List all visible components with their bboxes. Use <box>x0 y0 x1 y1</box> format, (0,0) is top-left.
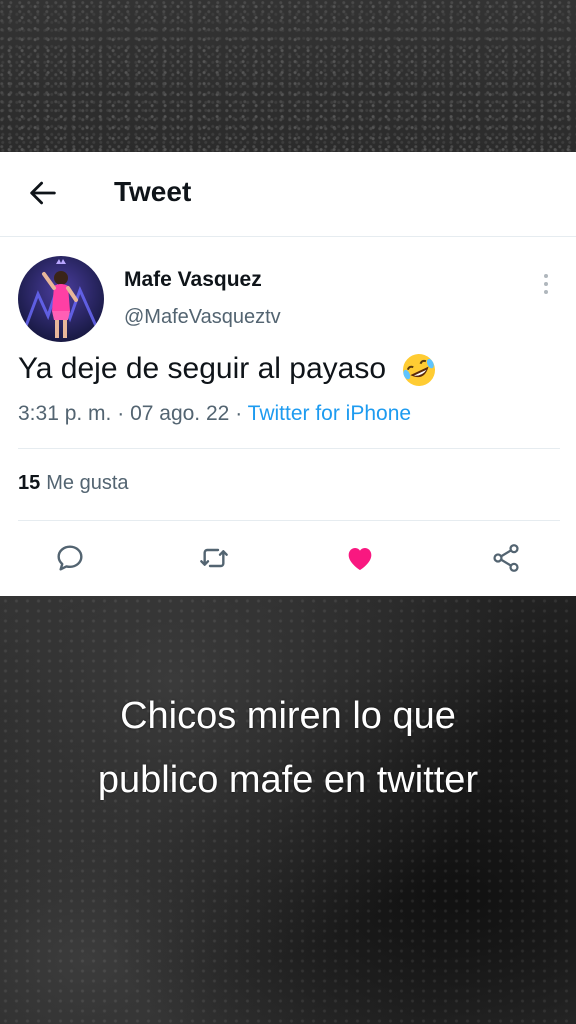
reply-button[interactable] <box>52 540 88 576</box>
back-arrow-icon[interactable] <box>26 176 60 210</box>
tweet-header: Tweet <box>0 152 576 237</box>
retweet-button[interactable] <box>196 540 232 576</box>
tweet-text: Ya deje de seguir al payaso <box>18 348 438 390</box>
like-heart-icon <box>348 548 372 570</box>
likes-summary[interactable]: 15 Me gusta <box>18 472 129 495</box>
meta-separator: · <box>117 402 125 425</box>
author-handle[interactable]: @MafeVasqueztv <box>124 306 281 329</box>
like-button[interactable] <box>342 540 378 576</box>
tweet-metadata: 3:31 p. m. · 07 ago. 22 · Twitter for iP… <box>18 400 411 428</box>
caption-line-2: publico mafe en twitter <box>97 759 479 801</box>
divider <box>18 448 560 449</box>
tweet-source-link[interactable]: Twitter for iPhone <box>248 402 411 425</box>
divider <box>18 520 560 521</box>
author-name[interactable]: Mafe Vasquez <box>124 268 262 292</box>
meta-separator: · <box>235 402 243 425</box>
share-button[interactable] <box>488 540 524 576</box>
likes-count: 15 <box>18 472 41 494</box>
tweet-date: 07 ago. 22 <box>130 402 230 425</box>
tweet-card: Tweet Mafe Vasquez @MafeVasqueztv Ya dej… <box>0 152 576 596</box>
tweet-body: Ya deje de seguir al payaso <box>18 352 387 385</box>
reply-icon <box>57 545 83 571</box>
retweet-icon <box>200 548 228 568</box>
page-title: Tweet <box>114 176 192 207</box>
video-background-top <box>0 0 576 152</box>
tweet-time: 3:31 p. m. <box>18 402 112 425</box>
caption-line-1: Chicos miren lo que <box>120 695 456 737</box>
avatar[interactable] <box>18 256 104 342</box>
video-caption: Chicos miren lo que publico mafe en twit… <box>0 684 576 812</box>
share-icon <box>493 544 519 572</box>
rolling-on-floor-laughing-emoji-icon <box>400 351 438 389</box>
more-options-icon[interactable] <box>536 270 556 298</box>
likes-label: Me gusta <box>46 472 129 494</box>
